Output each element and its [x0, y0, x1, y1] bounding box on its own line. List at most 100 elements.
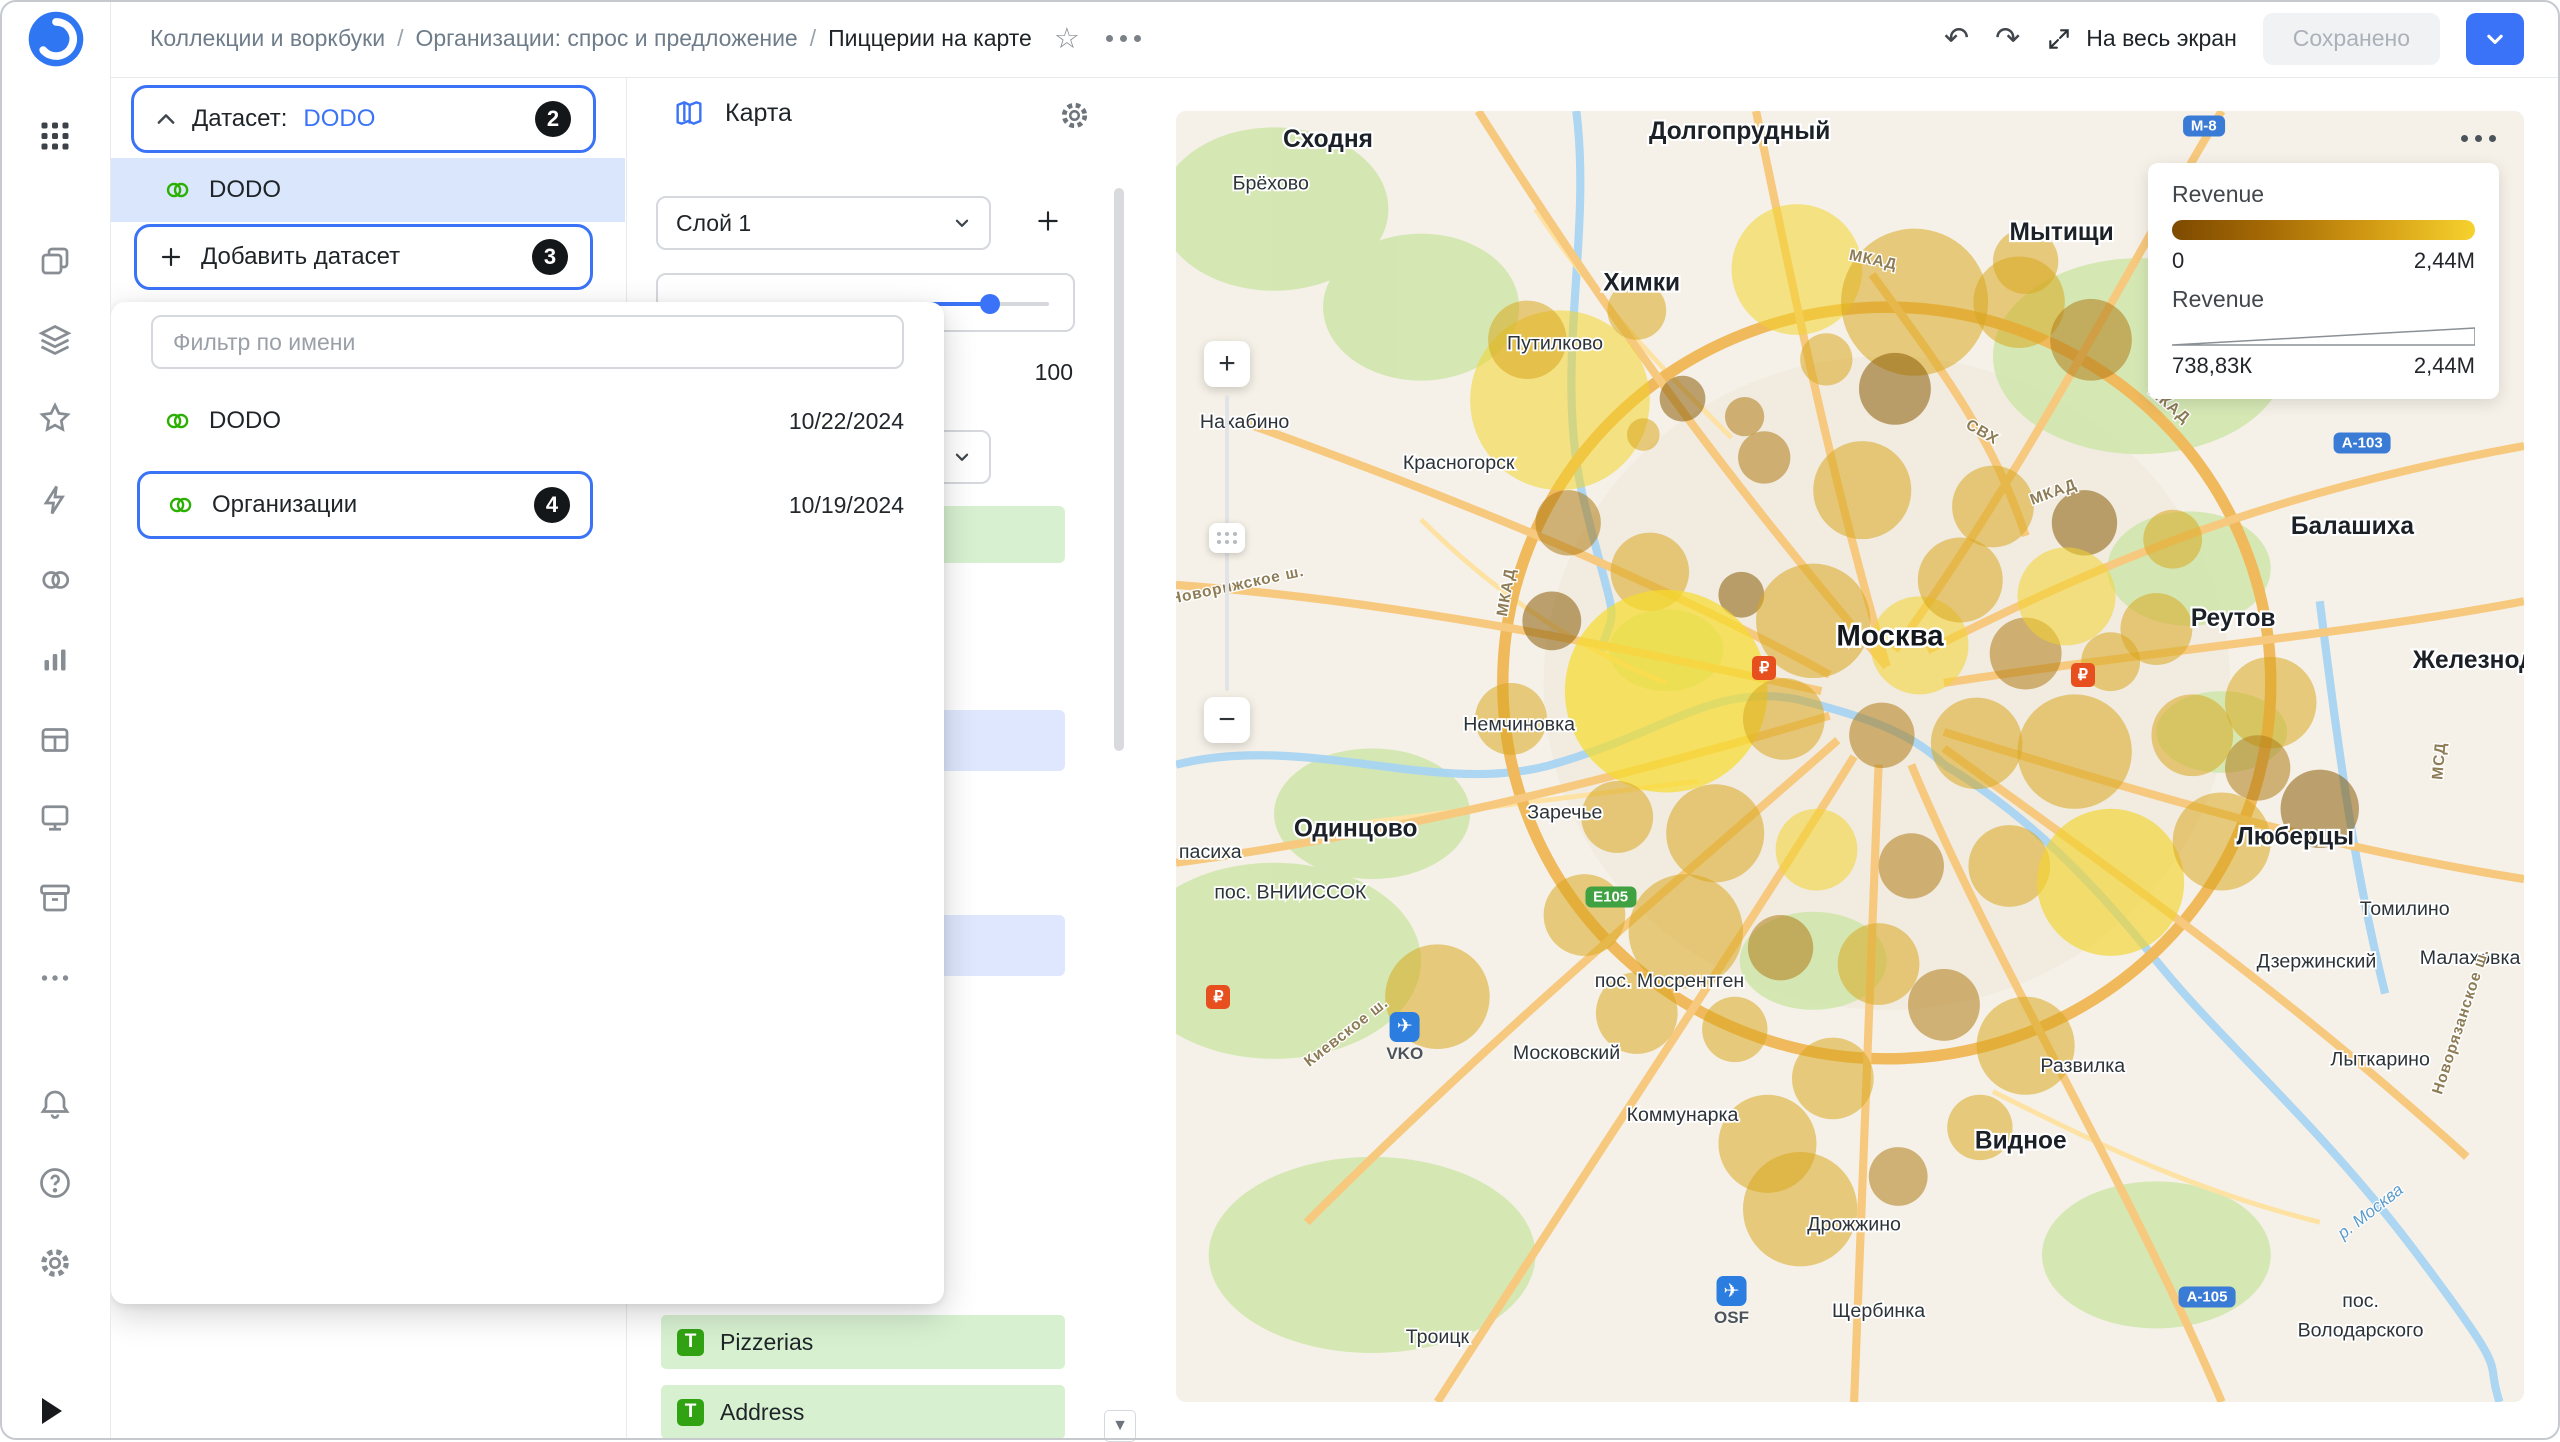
gear-icon[interactable]: [1058, 99, 1091, 137]
legend-color-max: 2,44M: [2414, 248, 2475, 274]
breadcrumb-separator: /: [397, 25, 403, 52]
fullscreen-button[interactable]: На весь экран: [2046, 25, 2237, 52]
widget-menu-icon[interactable]: [2461, 135, 2496, 142]
chart-type-label: Карта: [725, 99, 792, 128]
slider-handle[interactable]: [980, 294, 1000, 314]
dashboards-icon[interactable]: [34, 797, 76, 839]
chart-type-header[interactable]: Карта: [673, 97, 792, 129]
chevron-down-icon: [953, 214, 971, 232]
string-type-icon: T: [677, 1329, 704, 1356]
breadcrumb: Коллекции и воркбуки / Организации: спро…: [150, 25, 1032, 52]
apps-grid-icon[interactable]: [34, 115, 76, 157]
field-chip-label: Pizzerias: [720, 1329, 813, 1356]
chevron-up-icon: [156, 113, 176, 125]
chevron-down-icon: [953, 448, 971, 466]
road-badge-М-8: М-8: [2183, 115, 2225, 136]
panel-scrollbar[interactable]: [1114, 188, 1124, 751]
tables-icon[interactable]: [34, 719, 76, 761]
dataset-icon: [166, 491, 194, 519]
fullscreen-icon: [2046, 26, 2072, 52]
map-widget[interactable]: СходняДолгопрудныйМытищиХимкиБалашихаРеу…: [1176, 111, 2524, 1402]
breadcrumb-workbook[interactable]: Организации: спрос и предложение: [415, 25, 797, 52]
legend-size-min: 738,83К: [2172, 353, 2252, 379]
legend-size-title: Revenue: [2172, 286, 2475, 313]
legend-size-max: 2,44M: [2414, 353, 2475, 379]
map-chart-icon: [673, 97, 705, 129]
legend-color-min: 0: [2172, 248, 2184, 274]
legend-size-wedge: [2172, 325, 2475, 347]
road-badge-А-105: А-105: [2179, 1287, 2236, 1308]
step-badge-2: 2: [535, 101, 571, 137]
page-menu-icon[interactable]: [1106, 35, 1141, 42]
ruble-poi-marker: ₽: [2071, 663, 2095, 687]
dataset-header-button[interactable]: Датасет: DODO 2: [131, 85, 596, 153]
dataset-option-date: 10/19/2024: [789, 492, 904, 519]
redo-icon[interactable]: ↷: [1995, 21, 2020, 56]
chevron-down-icon: [2484, 28, 2506, 50]
dataset-option[interactable]: Организации410/19/2024: [111, 459, 944, 551]
workbooks-icon[interactable]: [34, 319, 76, 361]
breadcrumb-collections[interactable]: Коллекции и воркбуки: [150, 25, 385, 52]
datasets-icon[interactable]: [34, 559, 76, 601]
zoom-in-button[interactable]: +: [1204, 341, 1250, 387]
legend-color-title: Revenue: [2172, 181, 2475, 208]
favorites-icon[interactable]: [34, 397, 76, 439]
zoom-out-button[interactable]: −: [1204, 697, 1250, 743]
dataset-option-name: DODO: [209, 407, 281, 435]
quick-actions-icon[interactable]: [34, 479, 76, 521]
datalens-logo[interactable]: [27, 10, 85, 68]
airplane-icon: ✈: [1717, 1276, 1747, 1306]
add-dataset-label: Добавить датасет: [201, 243, 400, 271]
dataset-icon: [163, 407, 191, 435]
breadcrumb-separator: /: [810, 25, 816, 52]
dataset-icon: [163, 176, 191, 204]
dataset-header-label: Датасет:: [192, 105, 287, 133]
slider-max-label: 100: [1035, 359, 1073, 386]
expand-panel-toggle[interactable]: [42, 1398, 62, 1424]
airport-marker-VKO: ✈VKO: [1386, 1012, 1423, 1064]
road-badge-А-103: А-103: [2334, 432, 2391, 453]
dataset-filter-input[interactable]: [151, 315, 904, 369]
notifications-icon[interactable]: [34, 1083, 76, 1125]
top-bar: Коллекции и воркбуки / Организации: спро…: [110, 0, 2560, 78]
more-icon[interactable]: [34, 957, 76, 999]
undo-icon[interactable]: ↶: [1944, 21, 1969, 56]
dataset-header-value: DODO: [303, 105, 375, 133]
favorite-star-icon[interactable]: ☆: [1054, 21, 1080, 56]
charts-icon[interactable]: [34, 639, 76, 681]
string-type-icon: T: [677, 1399, 704, 1426]
storage-icon[interactable]: [34, 877, 76, 919]
fullscreen-label: На весь экран: [2086, 25, 2237, 52]
scroll-down-button[interactable]: ▼: [1104, 1410, 1136, 1442]
field-chip-address[interactable]: T Address: [661, 1385, 1065, 1439]
collections-icon[interactable]: [34, 240, 76, 282]
zoom-slider-handle[interactable]: [1209, 523, 1245, 553]
plus-icon: [159, 245, 183, 269]
page-title: Пиццерии на карте: [828, 25, 1032, 52]
help-icon[interactable]: [34, 1162, 76, 1204]
map-legend: Revenue 0 2,44M Revenue 738,83К 2,44M: [2148, 163, 2499, 399]
field-chip-label: Address: [720, 1399, 804, 1426]
selected-dataset-row[interactable]: DODO: [111, 158, 625, 222]
dataset-option-date: 10/22/2024: [789, 408, 904, 435]
add-dataset-button[interactable]: Добавить датасет 3: [134, 224, 593, 290]
layer-select[interactable]: Слой 1: [656, 196, 991, 250]
settings-icon[interactable]: [34, 1242, 76, 1284]
road-badge-Е105: Е105: [1585, 887, 1636, 908]
ruble-poi-marker: ₽: [1206, 985, 1230, 1009]
ruble-poi-marker: ₽: [1752, 656, 1776, 680]
airplane-icon: ✈: [1390, 1012, 1420, 1042]
field-chip-pizzerias[interactable]: T Pizzerias: [661, 1315, 1065, 1369]
dataset-option-list: DODO10/22/2024Организации410/19/2024: [111, 383, 944, 551]
add-layer-button[interactable]: [1020, 193, 1075, 248]
selected-dataset-name: DODO: [209, 176, 281, 204]
dataset-option[interactable]: DODO 10/22/2024: [111, 383, 944, 459]
legend-color-gradient: [2172, 220, 2475, 240]
dataset-select-popup: DODO10/22/2024Организации410/19/2024: [111, 302, 944, 1304]
save-dropdown-button[interactable]: [2466, 13, 2524, 65]
step-badge-4: 4: [534, 487, 570, 523]
airport-code: VKO: [1386, 1044, 1423, 1064]
step-badge-3: 3: [532, 239, 568, 275]
saved-button[interactable]: Сохранено: [2263, 13, 2440, 65]
layer-select-value: Слой 1: [676, 210, 751, 237]
